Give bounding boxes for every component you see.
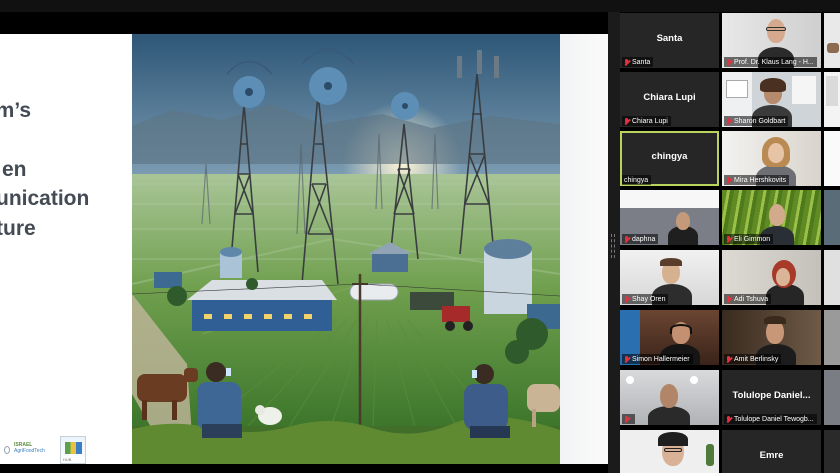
- mic-off-icon: [624, 415, 630, 423]
- participant-tile[interactable]: Simon Hallermeier: [620, 310, 719, 365]
- mic-off-icon: [624, 58, 630, 66]
- participant-tile-active-speaker[interactable]: chingya chingya: [620, 131, 719, 186]
- slide-title-line-2: en: [2, 157, 27, 181]
- hub-logo: HUB: [60, 436, 86, 464]
- slide-margin: [560, 34, 608, 464]
- participant-tile[interactable]: Shay Oren: [620, 250, 719, 305]
- participant-tile[interactable]: Emre: [722, 430, 821, 473]
- slide-illustration: [132, 34, 560, 464]
- mic-off-icon: [726, 117, 732, 125]
- participant-name-label: Eli Gimmon: [724, 234, 774, 244]
- participant-name-label: Prof. Dr. Klaus Lang - H...: [724, 57, 817, 67]
- participant-tile[interactable]: Adi Tshuva: [722, 250, 821, 305]
- slide-logos: ISRAEL AgriFoodTech HUB: [0, 414, 130, 464]
- participant-video: [620, 430, 719, 473]
- mic-off-icon: [624, 355, 630, 363]
- participant-tile[interactable]: Chiara Lupi Chiara Lupi: [620, 72, 719, 127]
- participant-name-label: Tolulope Daniel Tewogb...: [724, 414, 817, 424]
- mic-off-icon: [726, 355, 732, 363]
- mic-off-icon: [726, 415, 732, 423]
- participant-tile-partial[interactable]: [824, 430, 840, 473]
- participant-name-label: Adi Tshuva: [724, 294, 772, 304]
- participant-name-label: [622, 414, 635, 424]
- mic-off-icon: [726, 176, 732, 184]
- participant-tile-partial[interactable]: [824, 13, 840, 68]
- participant-name-label: Chiara Lupi: [622, 116, 671, 126]
- participant-tile[interactable]: Tolulope Daniel... Tolulope Daniel Tewog…: [722, 370, 821, 425]
- participant-display-name: Emre: [759, 450, 784, 461]
- participant-display-name: Santa: [656, 33, 683, 44]
- participant-name-label: daphna: [622, 234, 659, 244]
- participant-name-label: Santa: [622, 57, 654, 67]
- slide-title-line-3: unication: [0, 187, 90, 210]
- resize-handle[interactable]: [611, 234, 615, 258]
- participant-tile-partial[interactable]: [824, 190, 840, 245]
- participant-tile[interactable]: daphna: [620, 190, 719, 245]
- participant-display-name: Chiara Lupi: [643, 92, 696, 103]
- participant-name-label: Simon Hallermeier: [622, 354, 693, 364]
- mic-off-icon: [624, 235, 630, 243]
- participant-tile[interactable]: Mira Hershkovits: [722, 131, 821, 186]
- slide-title: am’s en unication ture: [0, 96, 130, 243]
- participant-tile[interactable]: Sharon Goldbart: [722, 72, 821, 127]
- participant-tile-partial[interactable]: [824, 72, 840, 127]
- participant-name-label: Amit Berlinsky: [724, 354, 782, 364]
- participant-name-label: Sharon Goldbart: [724, 116, 789, 126]
- participant-display-name: Tolulope Daniel...: [732, 390, 811, 401]
- mic-off-icon: [624, 117, 630, 125]
- participant-display-name: chingya: [651, 151, 688, 162]
- logo-circle-icon: [4, 446, 10, 454]
- shared-screen: am’s en unication ture: [0, 34, 608, 464]
- participant-name-label: Mira Hershkovits: [724, 175, 790, 185]
- participant-tile-partial[interactable]: [824, 370, 840, 425]
- participant-name-label: chingya: [622, 175, 652, 185]
- participant-tile[interactable]: Amit Berlinsky: [722, 310, 821, 365]
- mic-off-icon: [624, 295, 630, 303]
- mic-off-icon: [726, 235, 732, 243]
- slide-title-line-4: ture: [0, 216, 36, 240]
- participant-tile[interactable]: Eli Gimmon: [722, 190, 821, 245]
- participant-tile[interactable]: [620, 430, 719, 473]
- participant-tile-partial[interactable]: [824, 250, 840, 305]
- participant-name-label: Shay Oren: [622, 294, 669, 304]
- participant-tile-partial[interactable]: [824, 131, 840, 186]
- mic-off-icon: [726, 295, 732, 303]
- mic-off-icon: [726, 58, 732, 66]
- slide-title-line-1: am’s: [0, 99, 32, 122]
- participant-tile[interactable]: Santa Santa: [620, 13, 719, 68]
- top-bar: [0, 0, 840, 12]
- israel-agrifoodtech-logo: ISRAEL AgriFoodTech: [14, 442, 45, 454]
- participant-tile[interactable]: Prof. Dr. Klaus Lang - H...: [722, 13, 821, 68]
- participant-tile[interactable]: [620, 370, 719, 425]
- participant-tile-partial[interactable]: [824, 310, 840, 365]
